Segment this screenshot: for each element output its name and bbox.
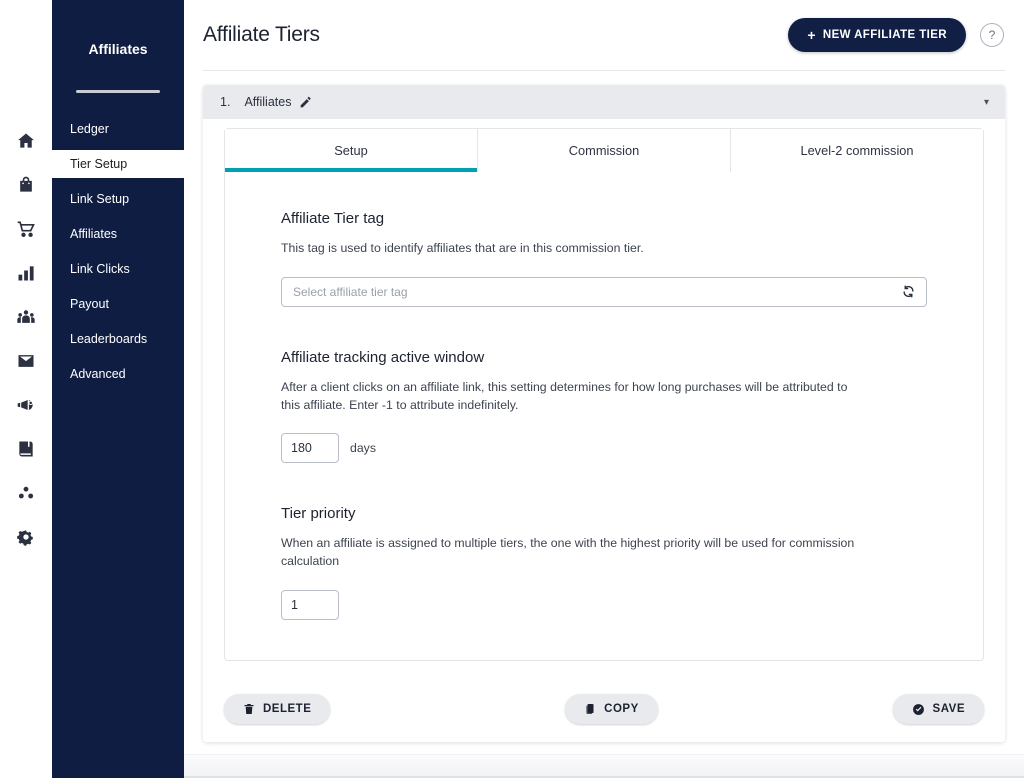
section-title: Tier priority	[281, 505, 356, 523]
check-circle-icon	[912, 703, 925, 716]
affiliates-dots-icon[interactable]	[11, 478, 41, 508]
sidebar-item-tier-setup[interactable]: Tier Setup	[52, 150, 197, 178]
affiliate-tier-tag-placeholder: Select affiliate tier tag	[293, 284, 408, 299]
section-tier-priority: Tier priority When an affiliate is assig…	[281, 505, 927, 621]
sidebar-item-label: Advanced	[70, 367, 126, 381]
tracking-window-row: days	[281, 433, 927, 464]
page-bottom-edge	[184, 754, 1024, 778]
section-affiliate-tier-tag: Affiliate Tier tag This tag is used to i…	[281, 210, 927, 307]
delete-button[interactable]: DELETE	[224, 694, 331, 725]
card-actions: DELETE COPY SAVE	[203, 679, 1005, 743]
sidebar-item-link-setup[interactable]: Link Setup	[52, 185, 184, 213]
megaphone-icon[interactable]	[11, 390, 41, 420]
sidebar-item-label: Leaderboards	[70, 332, 148, 346]
copy-icon	[584, 703, 596, 715]
accordion-header[interactable]: 1. Affiliates ▾	[203, 85, 1005, 119]
accordion-label: Affiliates	[244, 95, 292, 109]
new-affiliate-tier-label: NEW AFFILIATE TIER	[822, 29, 947, 41]
sidebar-item-payout[interactable]: Payout	[52, 290, 184, 318]
section-tracking-window: Affiliate tracking active window After a…	[281, 349, 927, 464]
sidebar-divider	[76, 90, 160, 93]
shopping-cart-icon[interactable]	[11, 214, 41, 244]
sidebar-title: Affiliates	[88, 41, 148, 57]
copy-label: COPY	[604, 703, 639, 716]
sidebar-nav: Ledger Tier Setup Link Setup Affiliates …	[52, 115, 197, 388]
sidebar-item-label: Link Setup	[70, 192, 130, 206]
icon-rail	[0, 0, 52, 778]
setup-tab-panel: Affiliate Tier tag This tag is used to i…	[225, 172, 983, 660]
delete-label: DELETE	[263, 703, 312, 716]
refresh-icon[interactable]	[902, 285, 915, 298]
tier-priority-row	[281, 590, 927, 621]
section-title: Affiliate Tier tag	[281, 210, 385, 227]
topbar: Affiliate Tiers + NEW AFFILIATE TIER ?	[184, 0, 1024, 70]
affiliate-tier-tag-select[interactable]: Select affiliate tier tag	[281, 276, 927, 307]
sidebar-item-leaderboards[interactable]: Leaderboards	[52, 325, 184, 353]
sidebar-item-label: Affiliates	[70, 227, 118, 241]
tab-label: Setup	[334, 143, 368, 158]
tab-label: Commission	[568, 143, 640, 158]
tab-label: Level-2 commission	[800, 143, 914, 158]
plus-icon: +	[807, 27, 816, 43]
tier-card: 1. Affiliates ▾ Setup Commission Level-2…	[203, 85, 1005, 743]
chevron-down-icon[interactable]: ▾	[984, 97, 989, 108]
section-description: When an affiliate is assigned to multipl…	[281, 536, 855, 569]
tab-setup[interactable]: Setup	[225, 129, 478, 172]
sidebar-item-label: Link Clicks	[70, 262, 130, 276]
bar-chart-icon[interactable]	[11, 258, 41, 288]
edit-pencil-icon[interactable]	[299, 96, 312, 109]
section-description: After a client clicks on an affiliate li…	[281, 379, 848, 412]
tracking-window-unit: days	[350, 441, 376, 456]
help-icon[interactable]: ?	[980, 23, 1004, 47]
sidebar-item-link-clicks[interactable]: Link Clicks	[52, 255, 184, 283]
people-group-icon[interactable]	[11, 302, 41, 332]
book-icon[interactable]	[11, 434, 41, 464]
settings-panel: Setup Commission Level-2 commission Affi…	[224, 128, 984, 662]
sidebar-item-label: Tier Setup	[70, 157, 128, 171]
accordion-number: 1.	[220, 95, 231, 109]
gear-icon[interactable]	[11, 522, 41, 552]
sidebar-item-ledger[interactable]: Ledger	[52, 115, 184, 143]
card-body: Setup Commission Level-2 commission Affi…	[203, 119, 1005, 680]
tab-bar: Setup Commission Level-2 commission	[225, 129, 983, 172]
sidebar-item-label: Ledger	[70, 122, 109, 136]
sidebar: Affiliates Ledger Tier Setup Link Setup …	[52, 0, 197, 778]
home-icon[interactable]	[11, 126, 41, 156]
envelope-icon[interactable]	[11, 346, 41, 376]
tier-priority-input[interactable]	[281, 590, 339, 621]
help-icon-label: ?	[988, 28, 996, 42]
section-description: This tag is used to identify affiliates …	[281, 241, 644, 255]
shopping-bag-icon[interactable]	[11, 170, 41, 200]
sidebar-item-affiliates[interactable]: Affiliates	[52, 220, 184, 248]
main-content: Affiliate Tiers + NEW AFFILIATE TIER ? 1…	[184, 0, 1024, 778]
save-button[interactable]: SAVE	[892, 694, 984, 725]
trash-icon	[243, 703, 255, 715]
new-affiliate-tier-button[interactable]: + NEW AFFILIATE TIER	[788, 18, 966, 52]
topbar-divider	[203, 70, 1005, 71]
section-title: Affiliate tracking active window	[281, 348, 485, 366]
sidebar-item-label: Payout	[70, 297, 109, 311]
page-title: Affiliate Tiers	[203, 23, 320, 46]
sidebar-item-advanced[interactable]: Advanced	[52, 360, 184, 388]
app-root: Affiliates Ledger Tier Setup Link Setup …	[0, 0, 1024, 778]
save-label: SAVE	[932, 703, 965, 716]
copy-button[interactable]: COPY	[565, 694, 658, 725]
tracking-window-input[interactable]	[281, 433, 339, 464]
tab-level-2-commission[interactable]: Level-2 commission	[731, 129, 983, 172]
tab-commission[interactable]: Commission	[478, 129, 731, 172]
